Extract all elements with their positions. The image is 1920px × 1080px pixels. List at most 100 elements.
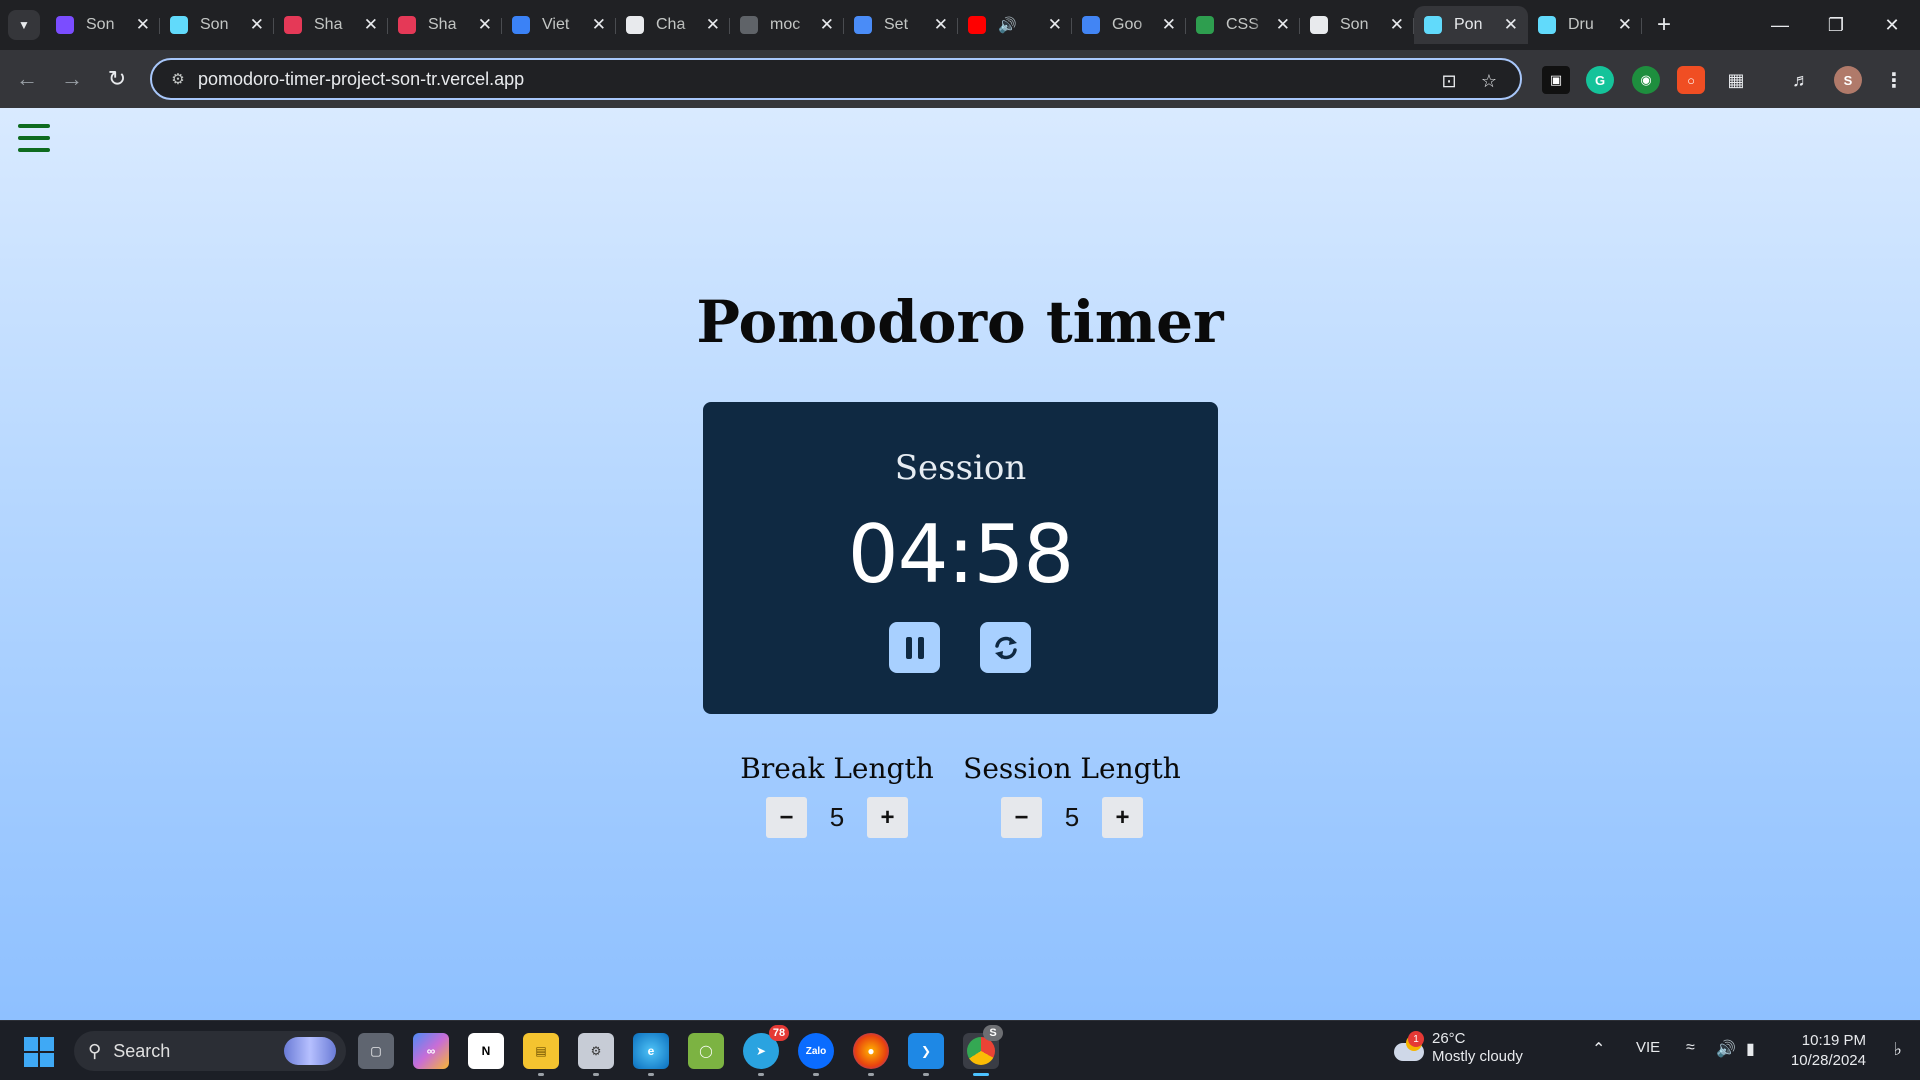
tab-close-icon[interactable]: ✕ [1162,15,1176,35]
break-decrement-button[interactable]: − [766,797,807,838]
taskbar-search[interactable]: ⚲ Search [74,1031,346,1071]
session-decrement-button[interactable]: − [1001,797,1042,838]
tab-close-icon[interactable]: ✕ [1618,15,1632,35]
firefox-icon[interactable]: ● [853,1033,889,1076]
chrome-icon[interactable]: S [963,1025,1003,1076]
reload-icon: ↻ [107,66,127,91]
tab-close-icon[interactable]: ✕ [820,15,834,35]
capture-icon[interactable]: ▣ [1542,66,1570,94]
browser-tab[interactable]: Son ✕ [160,6,274,44]
windows-start-icon[interactable] [24,1037,54,1067]
search-highlight-image [284,1037,336,1065]
browser-tab[interactable]: Pon ✕ [1414,6,1528,44]
telegram-icon[interactable]: ➤ 78 [743,1025,789,1076]
browser-tab[interactable]: Cha ✕ [616,6,730,44]
reset-button[interactable] [980,622,1031,673]
session-length-control: Session Length − 5 + [962,752,1182,838]
sv-icon [398,16,416,34]
puzzle-icon[interactable]: ▦ [1722,66,1750,94]
browser-tab[interactable]: Sha ✕ [274,6,388,44]
tab-close-icon[interactable]: ✕ [1048,15,1062,35]
tab-search-button[interactable]: ▼ [8,10,40,40]
tab-close-icon[interactable]: ✕ [1276,15,1290,35]
break-stepper: − 5 + [737,797,937,838]
tab-close-icon[interactable]: ✕ [1504,15,1518,35]
chevron-up-icon[interactable]: ⌃ [1592,1039,1605,1059]
tab-close-icon[interactable]: ✕ [136,15,150,35]
tab-strip: ▼ Son ✕ Son ✕ Sha ✕ Sha ✕ Viet ✕ Cha ✕ moc ✕ Set ✕ 🔊 ✕ Goo… [0,0,1920,50]
audio-playing-icon[interactable]: 🔊 [998,16,1017,34]
bookmark-star-icon[interactable]: ☆ [1474,66,1504,96]
sv-icon [284,16,302,34]
app-icon[interactable]: ⚙ [578,1033,614,1076]
battery-icon[interactable]: ▮ [1746,1039,1755,1059]
volume-icon[interactable]: 🔊 [1716,1039,1736,1059]
tab-title: Son [1340,16,1369,33]
tab-title: Set [884,16,909,33]
file-explorer-icon[interactable]: ▤ [523,1033,559,1076]
zalo-icon[interactable]: Zalo [798,1033,834,1076]
language-indicator[interactable]: VIE [1636,1039,1660,1056]
hamburger-menu-icon[interactable] [18,124,50,152]
browser-tab[interactable]: Son ✕ [1300,6,1414,44]
browser-tab[interactable]: Viet ✕ [502,6,616,44]
flag-icon [854,16,872,34]
tab-close-icon[interactable]: ✕ [592,15,606,35]
browser-tab[interactable]: Sha ✕ [388,6,502,44]
close-window-button[interactable]: ✕ [1864,0,1920,50]
tab-close-icon[interactable]: ✕ [478,15,492,35]
forward-button[interactable]: → [55,62,89,96]
address-bar-url[interactable]: pomodoro-timer-project-son-tr.vercel.app [198,69,524,90]
grammarly-icon[interactable]: G [1586,66,1614,94]
pause-button[interactable] [889,622,940,673]
task-view-icon[interactable]: ▢ [358,1033,394,1069]
tab-title: Viet [542,16,570,33]
profile-avatar[interactable]: S [1834,66,1862,94]
install-app-icon[interactable]: ⊡ [1434,66,1464,96]
tab-close-icon[interactable]: ✕ [1390,15,1404,35]
circle-ext-icon[interactable]: ◉ [1632,66,1660,94]
tab-close-icon[interactable]: ✕ [250,15,264,35]
browser-tab[interactable]: Dru ✕ [1528,6,1642,44]
tab-title: Son [200,16,229,33]
wifi-icon[interactable]: ≈ [1686,1039,1695,1057]
tab-close-icon[interactable]: ✕ [934,15,948,35]
search-icon: ⚲ [88,1040,102,1061]
vscode-icon[interactable]: ❯ [908,1033,944,1076]
session-increment-button[interactable]: + [1102,797,1143,838]
tab-close-icon[interactable]: ✕ [364,15,378,35]
timer-card: Session 04:58 [703,402,1218,714]
browser-tab[interactable]: moc ✕ [730,6,844,44]
pause-icon [905,636,924,659]
chrome-canary-icon[interactable]: ◯ [688,1033,724,1069]
tab-list: Son ✕ Son ✕ Sha ✕ Sha ✕ Viet ✕ Cha ✕ moc ✕ Set ✕ 🔊 ✕ Goo ✕ C… [46,6,1680,50]
browser-tab[interactable]: Son ✕ [46,6,160,44]
weather-alert-badge: 1 [1408,1031,1424,1047]
minimize-button[interactable]: — [1752,0,1808,50]
browser-menu-icon[interactable]: ⋮ [1880,66,1908,94]
session-length-value: 5 [1064,802,1080,832]
tab-close-icon[interactable]: ✕ [706,15,720,35]
site-info-icon[interactable]: ⚙ [158,70,198,88]
browser-tab[interactable]: Set ✕ [844,6,958,44]
openai-icon [626,16,644,34]
clock[interactable]: 10:19 PM 10/28/2024 [1791,1031,1866,1071]
browser-tab[interactable]: 🔊 ✕ [958,6,1072,44]
break-increment-button[interactable]: + [867,797,908,838]
back-button[interactable]: ← [10,62,44,96]
taskbar-search-label: Search [113,1040,171,1061]
address-bar[interactable]: ⚙ pomodoro-timer-project-son-tr.vercel.a… [150,58,1522,100]
notion-icon[interactable]: N [468,1033,504,1069]
red-ext-icon[interactable]: ○ [1677,66,1705,94]
copilot-icon[interactable]: ∞ [413,1033,449,1069]
new-tab-button[interactable]: + [1648,6,1680,44]
notification-bell-icon[interactable]: ♭ [1894,1039,1903,1060]
media-control-icon[interactable]: ♬ [1787,66,1815,94]
reload-button[interactable]: ↻ [100,62,134,96]
browser-tab[interactable]: CSS ✕ [1186,6,1300,44]
arrow-right-icon: → [61,66,83,91]
browser-tab[interactable]: Goo ✕ [1072,6,1186,44]
edge-icon[interactable]: e [633,1033,669,1076]
weather-widget[interactable]: 1 26°C Mostly cloudy [1390,1030,1523,1066]
restore-button[interactable]: ❐ [1808,0,1864,50]
